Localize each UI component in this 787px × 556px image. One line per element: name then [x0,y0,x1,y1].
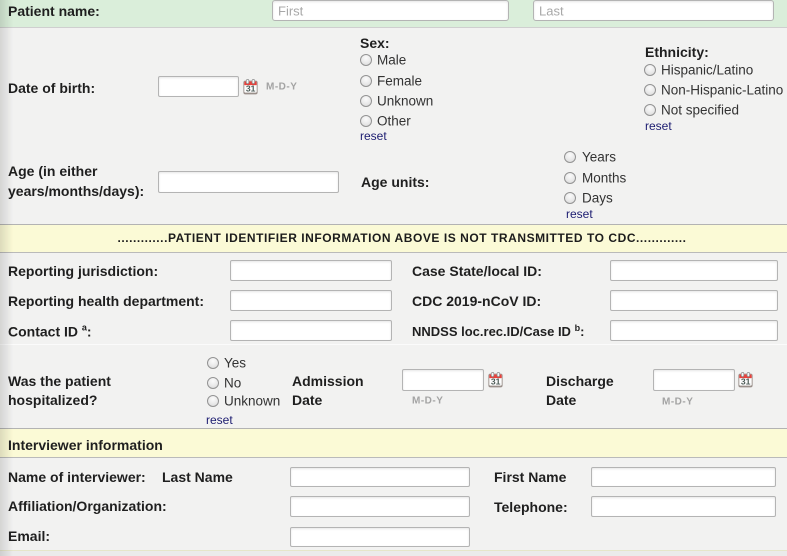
svg-text:31: 31 [246,84,256,94]
svg-text:31: 31 [491,377,501,387]
svg-text:31: 31 [741,377,751,387]
